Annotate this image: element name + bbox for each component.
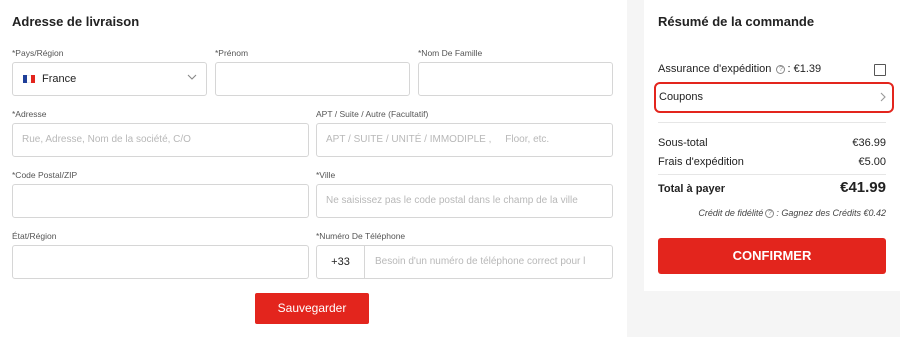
chevron-down-icon	[187, 74, 197, 80]
country-label: *Pays/Région	[12, 48, 64, 58]
address-placeholder: Rue, Adresse, Nom de la société, C/O	[22, 134, 191, 145]
shipping-title: Adresse de livraison	[12, 14, 140, 29]
save-button[interactable]: Sauvegarder	[255, 293, 369, 324]
city-placeholder: Ne saisissez pas le code postal dans le …	[326, 195, 578, 206]
phone-field[interactable]: +33 Besoin d'un numéro de téléphone corr…	[316, 245, 613, 279]
chevron-right-icon	[880, 92, 886, 102]
shipping-address-panel: Adresse de livraison *Pays/Région France…	[0, 0, 627, 337]
confirm-button[interactable]: CONFIRMER	[658, 238, 886, 274]
order-summary-panel: Résumé de la commande Assurance d'expédi…	[644, 0, 900, 291]
subtotal-value: €36.99	[852, 137, 886, 149]
total-value: €41.99	[840, 179, 886, 196]
shipping-fee-label: Frais d'expédition	[658, 156, 744, 168]
apt-placeholder: APT / SUITE / UNITÉ / IMMODIPLE , Floor,…	[326, 134, 550, 145]
shipping-fee-value: €5.00	[858, 156, 886, 168]
coupons-row[interactable]: Coupons	[654, 82, 894, 113]
address-label: *Adresse	[12, 109, 47, 119]
phone-placeholder: Besoin d'un numéro de téléphone correct …	[375, 256, 586, 267]
apt-field[interactable]: APT / SUITE / UNITÉ / IMMODIPLE , Floor,…	[316, 123, 613, 157]
lastname-label: *Nom De Famille	[418, 48, 483, 58]
country-value: France	[42, 73, 77, 85]
help-icon[interactable]: ?	[765, 209, 775, 218]
apt-label: APT / Suite / Autre (Facultatif)	[316, 109, 429, 119]
insurance-checkbox[interactable]	[874, 64, 886, 76]
insurance-row: Assurance d'expédition ?: €1.39	[658, 63, 821, 75]
zip-label: *Code Postal/ZIP	[12, 170, 78, 180]
coupons-label: Coupons	[659, 91, 704, 103]
zip-field[interactable]	[12, 184, 309, 218]
lastname-field[interactable]	[418, 62, 613, 96]
total-label: Total à payer	[658, 183, 726, 195]
help-icon[interactable]: ?	[776, 65, 786, 74]
state-label: État/Région	[12, 231, 57, 241]
loyalty-credit: Crédit de fidélité?: Gagnez des Crédits …	[698, 208, 886, 218]
summary-title: Résumé de la commande	[658, 14, 815, 29]
insurance-price: : €1.39	[787, 63, 822, 75]
subtotal-label: Sous-total	[658, 137, 708, 149]
phone-label: *Numéro De Téléphone	[316, 231, 406, 241]
insurance-label: Assurance d'expédition	[658, 63, 772, 75]
city-field[interactable]: Ne saisissez pas le code postal dans le …	[316, 184, 613, 218]
loyalty-text: : Gagnez des Crédits €0.42	[776, 208, 886, 218]
divider	[658, 122, 886, 123]
firstname-field[interactable]	[215, 62, 410, 96]
address-field[interactable]: Rue, Adresse, Nom de la société, C/O	[12, 123, 309, 157]
country-select[interactable]: France	[12, 62, 207, 96]
state-field[interactable]	[12, 245, 309, 279]
france-flag-icon	[23, 75, 35, 83]
phone-country-code[interactable]: +33	[317, 246, 365, 278]
city-label: *Ville	[316, 170, 336, 180]
divider	[658, 174, 886, 175]
firstname-label: *Prénom	[215, 48, 249, 58]
loyalty-label: Crédit de fidélité	[698, 208, 764, 218]
